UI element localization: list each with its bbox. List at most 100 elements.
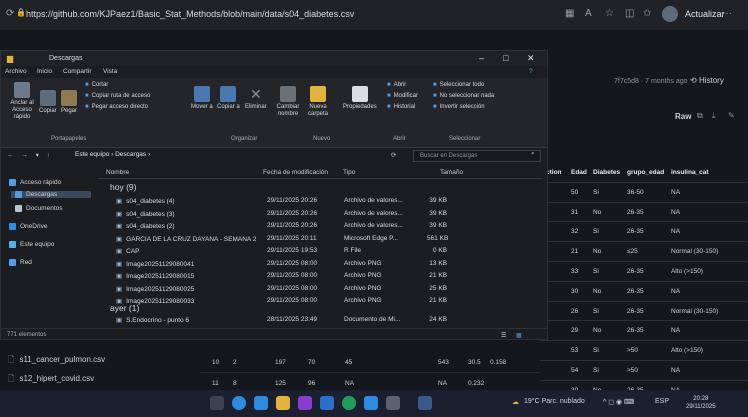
tab-compartir[interactable]: Compartir <box>63 68 92 75</box>
paste-shortcut-button[interactable]: Pegar acceso directo <box>85 104 148 110</box>
copy-icon <box>39 90 56 106</box>
download-icon[interactable]: ⤓ <box>712 111 716 121</box>
column-size[interactable]: Tamaño <box>440 169 463 176</box>
file-tree-item[interactable]: s11_cancer_pulmon.csv <box>8 354 105 368</box>
table-cell: 26-35 <box>627 307 644 315</box>
paste-button[interactable]: Pegar <box>61 90 77 114</box>
table-cell: 30.5 <box>468 359 481 366</box>
weather-text[interactable]: 19°C Parc. nublado <box>524 398 585 405</box>
address-bar[interactable]: https://github.com/KJPaez1/Basic_Stat_Me… <box>26 9 354 19</box>
nav-item-documents[interactable]: Documentos <box>15 205 63 212</box>
new-folder-label: Nueva carpeta <box>307 104 328 117</box>
file-row[interactable]: s04_diabetes (2) 29/11/2025 20:26 Archivo … <box>112 221 532 232</box>
select-none-button[interactable]: No seleccionar nada <box>433 93 495 99</box>
minimize-button[interactable]: – <box>479 53 484 63</box>
file-row[interactable]: Image20251129080015 29/11/2025 08:00 Archi… <box>112 271 532 282</box>
close-button[interactable]: ✕ <box>527 53 535 64</box>
translate-icon[interactable]: A <box>585 8 592 19</box>
clock[interactable]: 20:28 29/11/2025 <box>686 395 716 411</box>
invert-selection-button[interactable]: Invertir selección <box>433 104 485 110</box>
maximize-button[interactable]: □ <box>503 53 508 63</box>
nav-arrows[interactable]: ← → ▾ ↑ <box>7 151 53 159</box>
nav-label: Documentos <box>26 205 63 213</box>
favorites-icon[interactable]: ✩ <box>643 8 651 19</box>
column-name[interactable]: Nombre <box>106 169 129 176</box>
pin-button[interactable]: Anclar al Acceso rápido <box>5 82 39 121</box>
table-cell: 543 <box>438 359 449 366</box>
app-icon[interactable] <box>418 396 432 410</box>
group-today[interactable]: hoy (9) <box>110 182 136 192</box>
app-icon[interactable] <box>298 396 312 410</box>
update-button[interactable]: Actualizar <box>685 9 725 19</box>
raw-button[interactable]: Raw <box>675 112 691 121</box>
column-type[interactable]: Tipo <box>343 169 355 176</box>
file-tree-item[interactable]: s12_hipert_covid.csv <box>8 373 94 387</box>
file-row[interactable]: s04_diabetes (4) 29/11/2025 20:26 Archivo … <box>112 196 532 207</box>
edit-icon[interactable]: ✎ <box>728 111 735 120</box>
modify-button[interactable]: Modificar <box>387 93 418 99</box>
nav-item-network[interactable]: Red <box>9 259 32 266</box>
reader-icon[interactable]: ▦ <box>565 8 574 19</box>
file-row[interactable]: Image20251129080025 29/11/2025 08:00 Archi… <box>112 284 532 295</box>
search-input[interactable]: Buscar en Descargas <box>413 150 541 162</box>
rename-button[interactable]: Cambiar nombre <box>273 86 303 118</box>
file-type: Archivo PNG <box>344 272 382 279</box>
app-icon[interactable] <box>364 396 378 410</box>
file-row[interactable]: CAP 29/11/2025 19:53 R File 0 KB <box>112 246 532 257</box>
avatar[interactable] <box>662 6 678 22</box>
move-button[interactable]: Mover a <box>191 86 213 110</box>
reload-icon[interactable]: ⟳ <box>6 8 14 19</box>
app-icon[interactable] <box>386 396 400 410</box>
open-button[interactable]: Abrir <box>387 82 407 88</box>
copy-icon[interactable]: ⧉ <box>697 111 703 121</box>
details-view-icon[interactable]: ☰ <box>501 332 506 339</box>
copy-button[interactable]: Copiar <box>39 90 57 114</box>
breadcrumb[interactable]: Este equipo › Descargas › <box>75 151 150 158</box>
nav-item-quick-access[interactable]: Acceso rápido <box>9 179 61 186</box>
rename-label: Cambiar nombre <box>276 104 300 117</box>
tab-vista[interactable]: Vista <box>103 68 117 75</box>
screen: ⟳ 🔒 https://github.com/KJPaez1/Basic_Sta… <box>0 0 748 417</box>
split-screen-icon[interactable]: ◫ <box>625 8 634 19</box>
favorite-star-icon[interactable]: ☆ <box>605 8 614 19</box>
refresh-icon[interactable]: ⟳ <box>391 151 396 159</box>
cut-button[interactable]: Cortar <box>85 82 109 88</box>
column-date[interactable]: Fecha de modificación <box>263 169 328 176</box>
more-icon[interactable]: ··· <box>722 8 732 19</box>
table-cell: Si <box>593 188 599 196</box>
nav-item-onedrive[interactable]: OneDrive <box>9 223 47 230</box>
edge-icon[interactable] <box>232 396 246 410</box>
file-row[interactable]: Image20251129080033 29/11/2025 08:00 Archi… <box>112 296 532 307</box>
tray-icons[interactable]: ^ ◻ ◉ ⌨ <box>603 398 634 406</box>
nav-item-downloads[interactable]: Descargas <box>11 191 91 199</box>
help-icon[interactable]: ? <box>529 68 533 75</box>
app-icon[interactable] <box>342 396 356 410</box>
column-header: Diabetes <box>593 169 621 176</box>
tab-archivo[interactable]: Archivo <box>5 68 27 75</box>
task-view-icon[interactable] <box>210 396 224 410</box>
copy-path-button[interactable]: Copiar ruta de acceso <box>85 93 151 99</box>
file-row[interactable]: GARCIA DE LA CRUZ DAYANA - SEMANA 2 29/11… <box>112 234 532 245</box>
table-cell: No <box>593 248 602 256</box>
file-explorer-icon[interactable] <box>276 396 290 410</box>
tiles-view-icon[interactable]: ▦ <box>516 332 522 339</box>
properties-button[interactable]: Propiedades <box>343 86 377 110</box>
copy-to-button[interactable]: Copiar a <box>217 86 240 110</box>
table-row: 50 Si 36-50 NA <box>540 183 748 203</box>
file-row[interactable]: s04_diabetes (3) 29/11/2025 20:26 Archivo … <box>112 209 532 220</box>
language-indicator[interactable]: ESP <box>655 398 669 405</box>
tab-inicio[interactable]: Inicio <box>37 68 52 75</box>
nav-item-this-pc[interactable]: Este equipo <box>9 241 54 248</box>
table-header: ction Edad Diabetes grupo_edad insulina_cat <box>540 163 748 183</box>
delete-button[interactable]: ✕ Eliminar <box>245 86 267 110</box>
file-row[interactable]: S.Endocrino - punto 6 28/11/2025 23:49 Doc… <box>112 315 532 326</box>
history-ribbon-button[interactable]: Historial <box>387 104 416 110</box>
table-row: 21 No ≤25 Normal (30-150) <box>540 242 748 262</box>
history-button[interactable]: ⟲ History <box>690 76 724 85</box>
app-icon[interactable] <box>254 396 268 410</box>
select-all-button[interactable]: Seleccionar todo <box>433 82 485 88</box>
new-folder-icon <box>310 86 326 102</box>
file-row[interactable]: Image20251129080041 29/11/2025 08:00 Archi… <box>112 259 532 270</box>
new-folder-button[interactable]: Nueva carpeta <box>305 86 331 118</box>
app-icon[interactable] <box>320 396 334 410</box>
